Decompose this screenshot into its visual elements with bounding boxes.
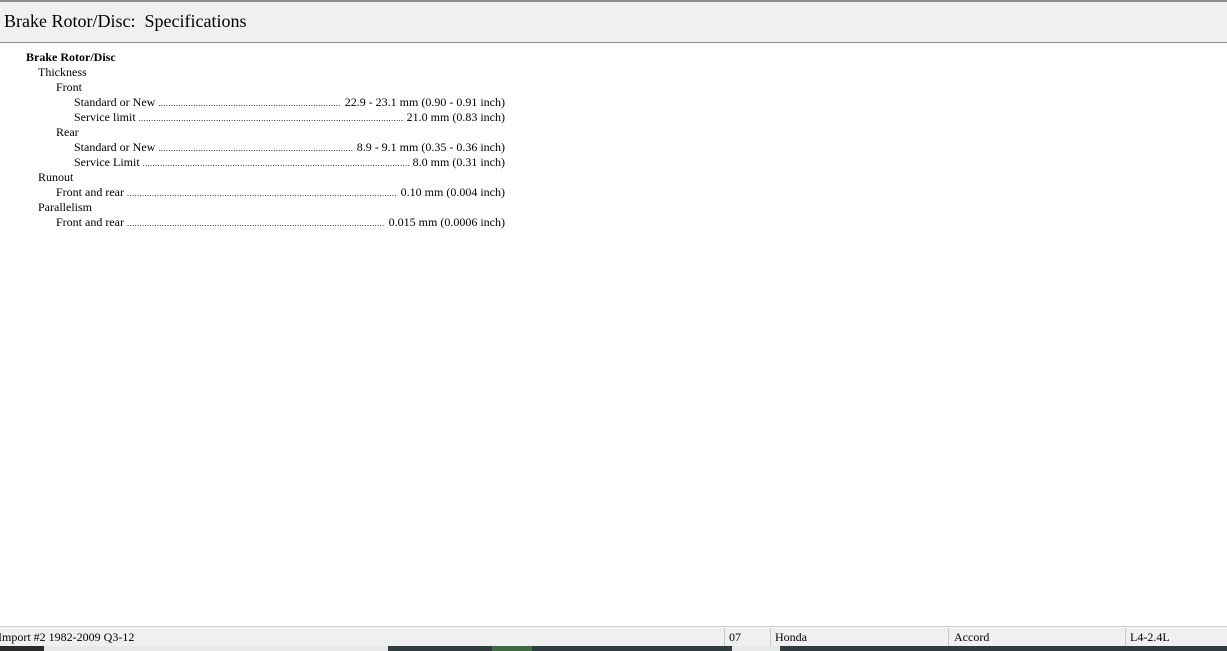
taskbar-segment [492, 646, 532, 651]
dot-leader [143, 155, 409, 171]
status-make: Honda [775, 630, 807, 644]
spec-row-value: 21.0 mm (0.83 inch) [406, 110, 505, 124]
spec-row-parallelism: Front and rear 0.015 mm (0.0006 inch) [26, 215, 505, 230]
status-divider [1125, 628, 1126, 646]
status-database: Import #2 1982-2009 Q3-12 [0, 630, 135, 644]
taskbar-segment [532, 646, 732, 651]
spec-row-label: Front and rear [56, 215, 124, 229]
status-bar: Import #2 1982-2009 Q3-12 07 Honda Accor… [0, 626, 1227, 647]
dot-leader [158, 95, 340, 111]
status-divider [770, 628, 771, 646]
spec-row-label: Service limit [74, 110, 136, 124]
status-year: 07 [729, 630, 741, 644]
taskbar-segment [388, 646, 492, 651]
parallelism-heading: Parallelism [38, 200, 92, 214]
dot-leader [158, 140, 352, 156]
status-divider [948, 628, 949, 646]
spec-row-value: 8.0 mm (0.31 inch) [412, 155, 505, 169]
title-bar: Brake Rotor/Disc: Specifications [0, 0, 1227, 43]
thickness-rear-heading: Rear [56, 125, 79, 139]
spec-row-rear-standard: Standard or New 8.9 - 9.1 mm (0.35 - 0.3… [26, 140, 505, 155]
spec-content-pane[interactable]: Brake Rotor/Disc Thickness Front Standar… [0, 44, 1227, 624]
spec-row-value: 22.9 - 23.1 mm (0.90 - 0.91 inch) [344, 95, 505, 109]
dot-leader [139, 110, 403, 126]
spec-row-front-service-limit: Service limit 21.0 mm (0.83 inch) [26, 110, 505, 125]
taskbar-edge [0, 646, 1227, 651]
spec-root-heading: Brake Rotor/Disc [26, 50, 116, 64]
taskbar-segment [0, 646, 44, 651]
spec-row-value: 0.10 mm (0.004 inch) [400, 185, 505, 199]
spec-tree: Brake Rotor/Disc Thickness Front Standar… [26, 50, 505, 230]
spec-row-value: 8.9 - 9.1 mm (0.35 - 0.36 inch) [356, 140, 505, 154]
runout-heading: Runout [38, 170, 74, 184]
spec-row-runout: Front and rear 0.10 mm (0.004 inch) [26, 185, 505, 200]
status-divider [724, 628, 725, 646]
spec-row-value: 0.015 mm (0.0006 inch) [388, 215, 505, 229]
thickness-front-heading: Front [56, 80, 83, 94]
spec-row-rear-service-limit: Service Limit 8.0 mm (0.31 inch) [26, 155, 505, 170]
page-title: Brake Rotor/Disc: Specifications [4, 11, 247, 31]
thickness-heading: Thickness [38, 65, 87, 79]
spec-row-label: Standard or New [74, 140, 156, 154]
status-model: Accord [954, 630, 990, 644]
spec-row-front-standard: Standard or New 22.9 - 23.1 mm (0.90 - 0… [26, 95, 505, 110]
dot-leader [127, 215, 385, 231]
spec-row-label: Front and rear [56, 185, 124, 199]
dot-leader [127, 185, 397, 201]
spec-row-label: Standard or New [74, 95, 156, 109]
spec-viewer-window: Brake Rotor/Disc: Specifications Brake R… [0, 0, 1227, 651]
spec-row-label: Service Limit [74, 155, 140, 169]
taskbar-segment [780, 646, 1227, 651]
status-engine: L4-2.4L [1130, 630, 1170, 644]
